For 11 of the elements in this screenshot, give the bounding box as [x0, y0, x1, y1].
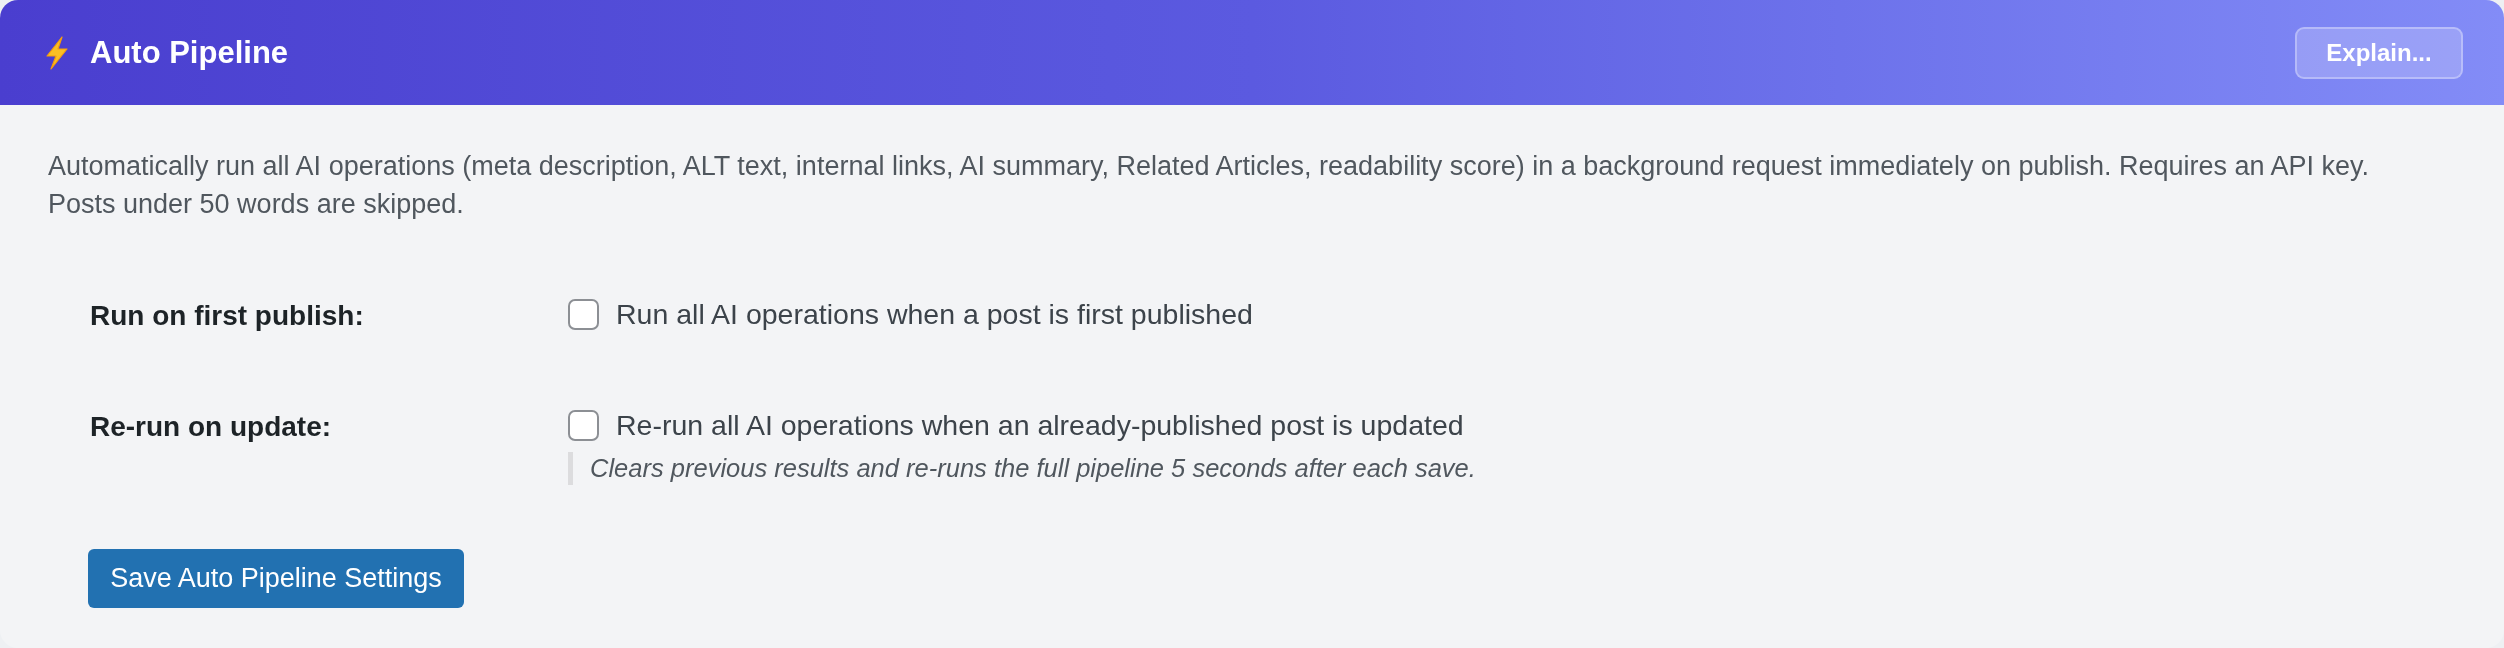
save-button[interactable]: Save Auto Pipeline Settings [88, 549, 464, 608]
checkbox-label[interactable]: Run all AI operations when a post is first published [616, 296, 1253, 332]
panel-title: Auto Pipeline [90, 37, 289, 68]
checkbox[interactable] [568, 298, 599, 330]
setting-label: Re-run on update: [90, 410, 333, 444]
checkbox[interactable] [568, 409, 599, 441]
checkbox-label[interactable]: Re-run all AI operations when an already-published post is updated [616, 407, 1464, 443]
hint-text: Clears previous results and re-runs the full pipeline 5 seconds after each save. [568, 452, 1476, 485]
description-text: Automatically run all AI operations (meta description, ALT text, internal links, AI summary, Related Articles, readability score) in a background request immediately on publish. Requires an API key. Posts under 50 words are skipped. [48, 150, 2371, 221]
lightning-icon [44, 35, 70, 70]
setting-label: Run on first publish: [90, 299, 365, 333]
